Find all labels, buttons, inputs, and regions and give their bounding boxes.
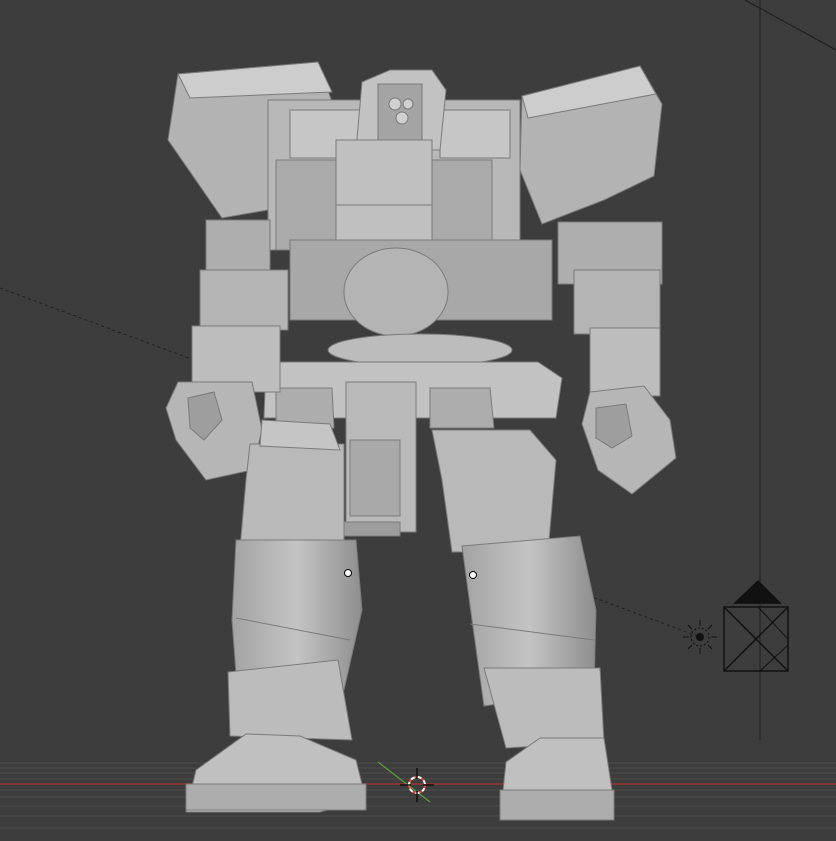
camera-icon[interactable] xyxy=(723,579,789,672)
vertex-marker[interactable] xyxy=(344,569,352,577)
mech-model[interactable] xyxy=(165,61,677,821)
floor-grid xyxy=(0,762,836,829)
3d-viewport[interactable] xyxy=(0,0,836,841)
light-icon[interactable] xyxy=(683,620,717,654)
vertex-marker[interactable] xyxy=(469,571,477,579)
viewport-canvas[interactable] xyxy=(0,0,836,841)
